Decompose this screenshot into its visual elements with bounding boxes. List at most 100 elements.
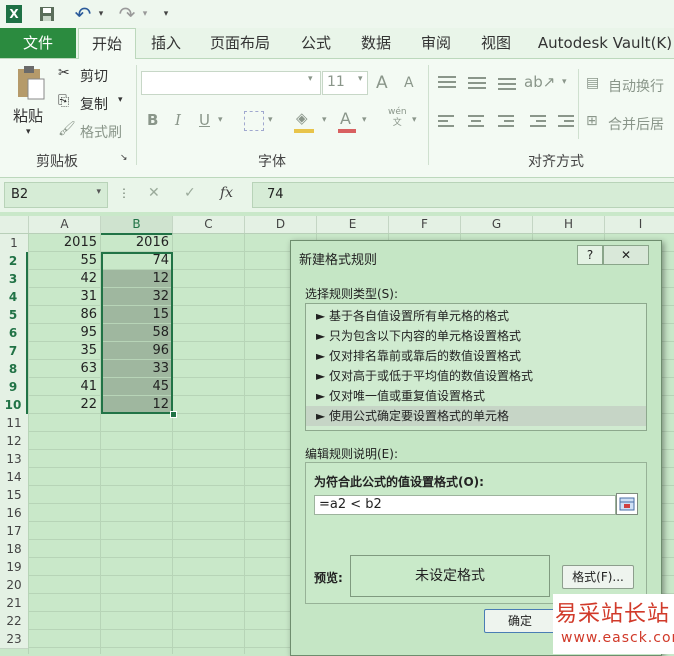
formula-input[interactable]: 74 xyxy=(252,182,674,208)
enter-icon[interactable]: ✓ xyxy=(184,185,196,201)
select-all-corner[interactable] xyxy=(0,216,29,233)
bold-button[interactable]: B xyxy=(147,111,158,129)
tab-page-layout[interactable]: 页面布局 xyxy=(202,28,278,58)
list-item[interactable]: ► 仅对高于或低于平均值的数值设置格式 xyxy=(306,366,646,386)
name-box[interactable]: B2 ▾ xyxy=(4,182,108,208)
clipboard-launcher-icon[interactable]: ↘ xyxy=(120,153,128,163)
row-header[interactable]: 14 xyxy=(0,468,28,487)
column-header[interactable]: A xyxy=(29,216,101,233)
tab-autodesk-vault[interactable]: Autodesk Vault(K) xyxy=(536,28,674,58)
tab-view[interactable]: 视图 xyxy=(470,28,522,58)
cell-b[interactable]: 2016 xyxy=(101,234,169,252)
italic-button[interactable]: I xyxy=(175,111,181,129)
row-header[interactable]: 13 xyxy=(0,450,28,469)
column-header[interactable]: D xyxy=(245,216,317,233)
font-name-dropdown-icon[interactable]: ▾ xyxy=(308,74,313,84)
insert-function-button[interactable]: fx xyxy=(220,185,233,201)
cell-a[interactable]: 55 xyxy=(29,252,97,270)
underline-button[interactable]: U xyxy=(199,111,210,129)
row-header[interactable]: 11 xyxy=(0,414,28,433)
undo-icon[interactable]: ↶ xyxy=(72,2,94,26)
orientation-icon[interactable]: ab↗ xyxy=(524,73,555,91)
column-header[interactable]: E xyxy=(317,216,389,233)
tab-file[interactable]: 文件 xyxy=(0,28,76,58)
row-header[interactable]: 10 xyxy=(0,396,28,415)
copy-button[interactable]: 复制 xyxy=(80,94,108,114)
save-icon[interactable] xyxy=(38,5,56,23)
phonetic-guide-button[interactable]: wén 文 xyxy=(388,107,407,129)
list-item[interactable]: ► 仅对唯一值或重复值设置格式 xyxy=(306,386,646,406)
paste-button[interactable]: 粘贴 xyxy=(13,105,43,126)
borders-icon[interactable] xyxy=(244,111,264,131)
column-header[interactable]: I xyxy=(605,216,674,233)
row-header[interactable]: 17 xyxy=(0,522,28,541)
row-header[interactable]: 23 xyxy=(0,630,28,649)
row-header[interactable]: 20 xyxy=(0,576,28,595)
merge-center-button[interactable]: 合并后居 xyxy=(608,114,664,134)
cell-a[interactable]: 31 xyxy=(29,288,97,306)
redo-dropdown-icon[interactable]: ▾ xyxy=(140,5,150,23)
paste-dropdown-icon[interactable]: ▾ xyxy=(26,127,31,137)
list-item[interactable]: ► 只为包含以下内容的单元格设置格式 xyxy=(306,326,646,346)
tab-home[interactable]: 开始 xyxy=(78,28,136,60)
orientation-dropdown-icon[interactable]: ▾ xyxy=(562,77,567,87)
row-header[interactable]: 5 xyxy=(0,306,28,325)
row-header[interactable]: 12 xyxy=(0,432,28,451)
row-header[interactable]: 16 xyxy=(0,504,28,523)
collapse-dialog-icon[interactable] xyxy=(616,493,638,515)
cell-a[interactable]: 2015 xyxy=(29,234,97,252)
cell-a[interactable]: 95 xyxy=(29,324,97,342)
format-button[interactable]: 格式(F)... xyxy=(562,565,634,589)
font-size-dropdown-icon[interactable]: ▾ xyxy=(358,74,363,84)
font-color-button[interactable]: A xyxy=(340,109,351,128)
ok-button[interactable]: 确定 xyxy=(484,609,556,633)
shrink-font-button[interactable]: A xyxy=(404,75,414,91)
column-header[interactable]: C xyxy=(173,216,245,233)
column-header[interactable]: H xyxy=(533,216,605,233)
row-header[interactable]: 15 xyxy=(0,486,28,505)
column-header[interactable]: G xyxy=(461,216,533,233)
fill-color-dropdown-icon[interactable]: ▾ xyxy=(322,115,327,125)
row-header[interactable]: 8 xyxy=(0,360,28,379)
font-name-box[interactable] xyxy=(141,71,321,95)
row-header[interactable]: 4 xyxy=(0,288,28,307)
grow-font-button[interactable]: A xyxy=(376,73,388,93)
cell-a[interactable]: 41 xyxy=(29,378,97,396)
paste-icon[interactable] xyxy=(14,65,46,101)
cell-a[interactable]: 42 xyxy=(29,270,97,288)
customize-qat-icon[interactable]: ▾ xyxy=(160,5,172,23)
format-painter-button[interactable]: 格式刷 xyxy=(80,122,122,142)
tab-data[interactable]: 数据 xyxy=(350,28,402,58)
cell-a[interactable]: 63 xyxy=(29,360,97,378)
redo-icon[interactable]: ↷ xyxy=(116,2,138,26)
list-item[interactable]: ► 仅对排名靠前或靠后的数值设置格式 xyxy=(306,346,646,366)
column-header[interactable]: B xyxy=(101,216,173,235)
row-header[interactable]: 7 xyxy=(0,342,28,361)
row-header[interactable]: 21 xyxy=(0,594,28,613)
fill-color-icon[interactable]: ◈ xyxy=(296,109,308,127)
tab-formulas[interactable]: 公式 xyxy=(290,28,342,58)
rule-type-list[interactable]: ► 基于各自值设置所有单元格的格式 ► 只为包含以下内容的单元格设置格式 ► 仅… xyxy=(305,303,647,431)
row-header[interactable]: 6 xyxy=(0,324,28,343)
cancel-icon[interactable]: ✕ xyxy=(148,185,160,201)
wrap-text-button[interactable]: 自动换行 xyxy=(608,76,664,96)
borders-dropdown-icon[interactable]: ▾ xyxy=(268,115,273,125)
help-button[interactable]: ? xyxy=(577,245,603,265)
row-header[interactable]: 19 xyxy=(0,558,28,577)
vertical-align-icons[interactable] xyxy=(436,73,524,93)
close-button[interactable]: ✕ xyxy=(603,245,649,265)
underline-dropdown-icon[interactable]: ▾ xyxy=(218,115,223,125)
name-box-dropdown-icon[interactable]: ▾ xyxy=(96,187,101,197)
cell-a[interactable]: 86 xyxy=(29,306,97,324)
list-item[interactable]: ► 基于各自值设置所有单元格的格式 xyxy=(306,306,646,326)
cell-a[interactable]: 35 xyxy=(29,342,97,360)
copy-dropdown-icon[interactable]: ▾ xyxy=(118,95,123,105)
fill-handle[interactable] xyxy=(170,411,177,418)
row-header[interactable]: 9 xyxy=(0,378,28,397)
cell-a[interactable]: 22 xyxy=(29,396,97,414)
undo-dropdown-icon[interactable]: ▾ xyxy=(96,5,106,23)
row-header[interactable]: 22 xyxy=(0,612,28,631)
formula-field[interactable]: =a2 < b2 xyxy=(314,495,616,515)
cut-button[interactable]: 剪切 xyxy=(80,66,108,86)
column-header[interactable]: F xyxy=(389,216,461,233)
